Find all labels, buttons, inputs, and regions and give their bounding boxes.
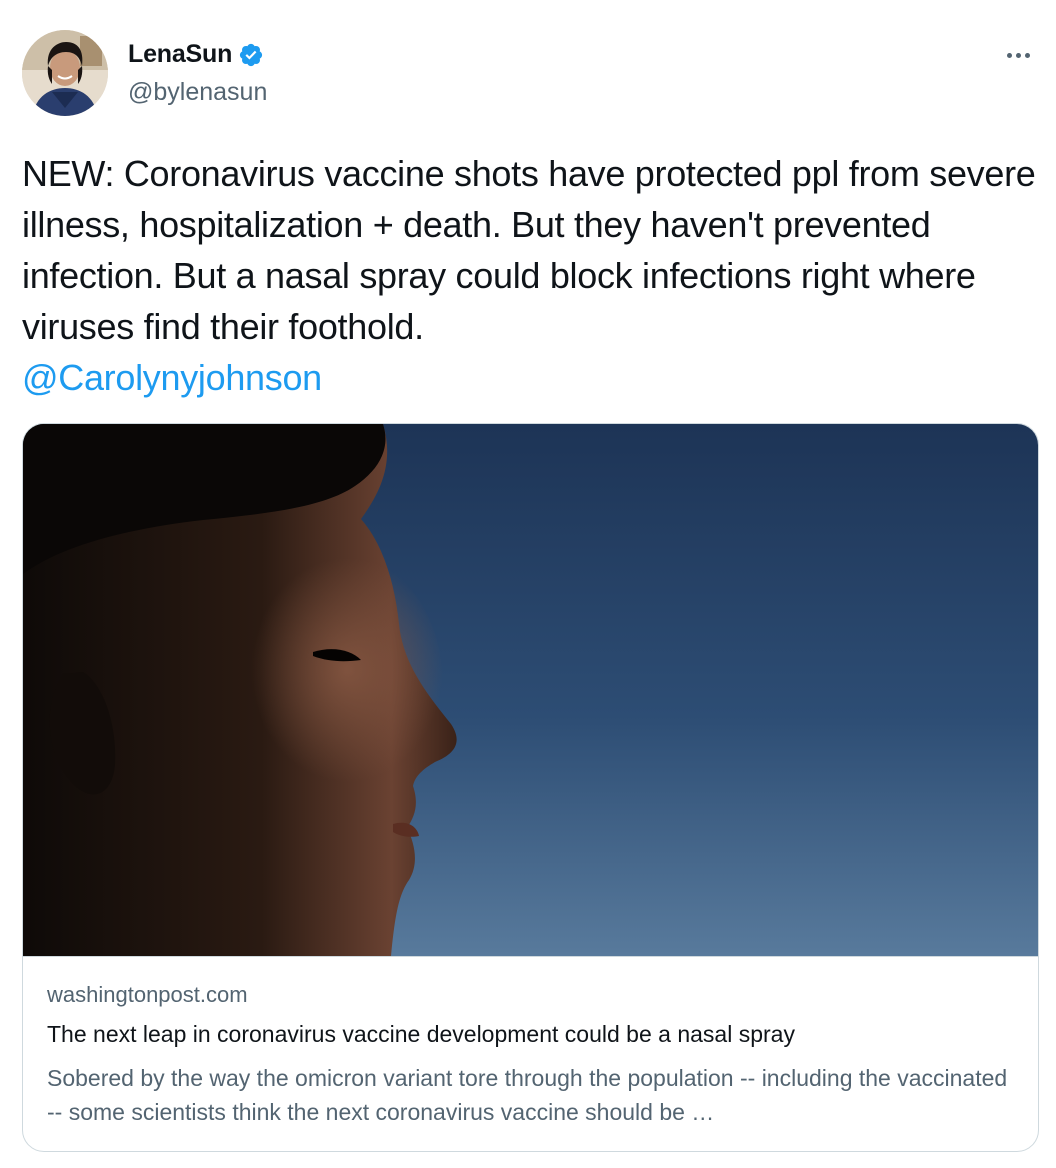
more-options-button[interactable] (998, 40, 1038, 70)
article-photo[interactable] (23, 424, 1038, 956)
more-horizontal-icon (1006, 52, 1012, 58)
more-horizontal-icon (1024, 52, 1030, 58)
tweet: LenaSun @bylenasun NEW: Coronavirus vacc… (0, 0, 1056, 1168)
card-title[interactable]: The next leap in coronavirus vaccine dev… (47, 1021, 1017, 1048)
verified-badge-icon (238, 42, 264, 68)
more-horizontal-icon (1015, 52, 1021, 58)
card-description: Sobered by the way the omicron variant t… (47, 1065, 1008, 1125)
card-domain: washingtonpost.com (47, 982, 248, 1007)
card-divider (23, 956, 1038, 957)
profile-photo-icon (22, 30, 108, 116)
tweet-text: NEW: Coronavirus vaccine shots have prot… (22, 148, 1036, 403)
avatar[interactable] (22, 30, 108, 116)
article-photo-icon (23, 424, 1038, 956)
author-name-row[interactable]: LenaSun (128, 40, 264, 69)
link-card[interactable]: washingtonpost.com The next leap in coro… (22, 423, 1039, 1152)
author-name[interactable]: LenaSun (128, 40, 232, 69)
mention-link[interactable]: @Carolynyjohnson (22, 352, 1036, 403)
tweet-body: NEW: Coronavirus vaccine shots have prot… (22, 153, 1036, 347)
author-handle[interactable]: @bylenasun (128, 78, 267, 107)
